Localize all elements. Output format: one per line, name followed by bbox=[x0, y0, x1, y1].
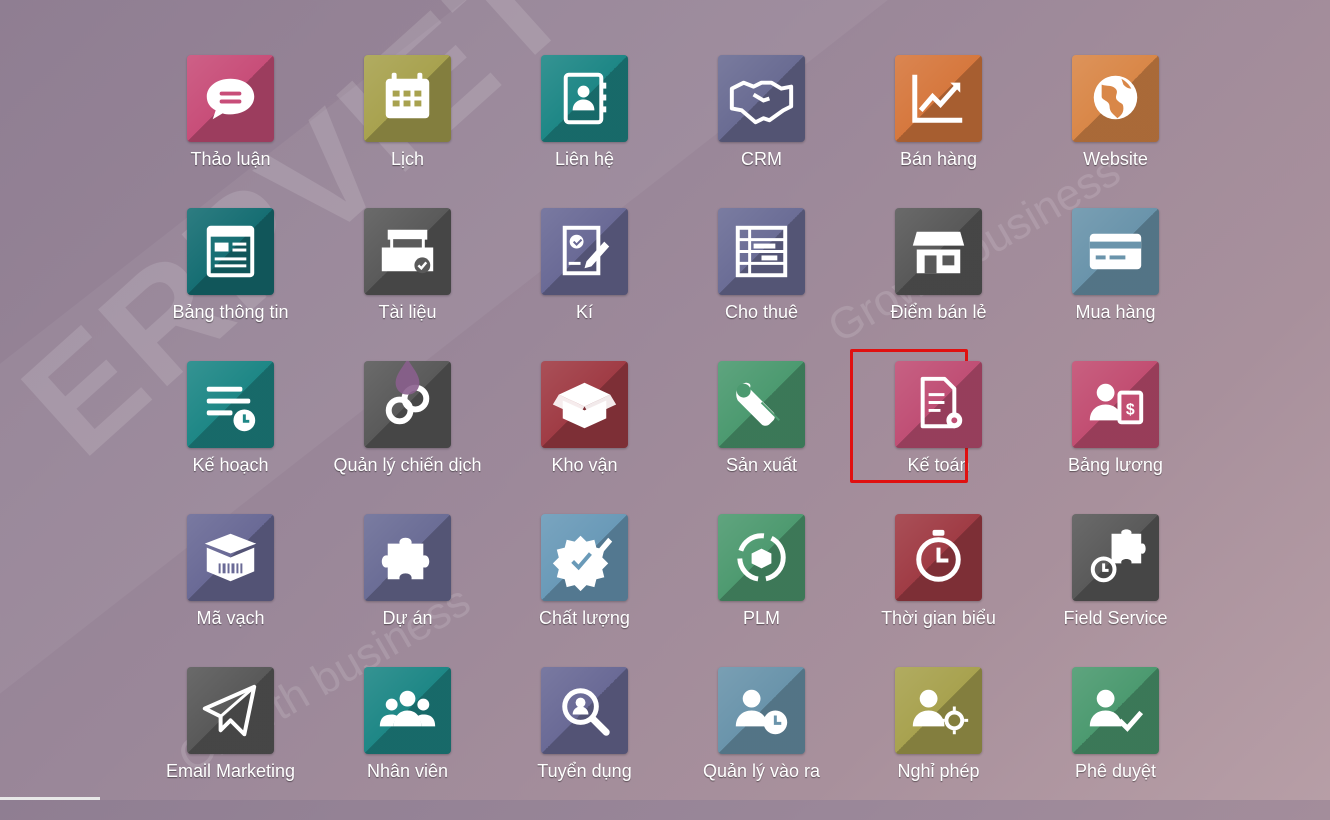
app-tile-address-book[interactable]: Liên hệ bbox=[496, 55, 673, 208]
app-tile-dashboard[interactable]: Bảng thông tin bbox=[142, 208, 319, 361]
app-tile-magnifier-user[interactable]: Tuyển dụng bbox=[496, 667, 673, 820]
app-label: Bán hàng bbox=[899, 149, 978, 169]
credit-card-icon bbox=[1072, 208, 1159, 295]
cycle-box-icon bbox=[718, 514, 805, 601]
app-tile-paper-plane[interactable]: Email Marketing bbox=[142, 667, 319, 820]
app-tile-payroll[interactable]: $ Bảng lương bbox=[1027, 361, 1204, 514]
puzzle-timer-icon bbox=[1072, 514, 1159, 601]
app-label: Website bbox=[1083, 149, 1148, 169]
globe-icon bbox=[1072, 55, 1159, 142]
app-tile-trending-chart[interactable]: Bán hàng bbox=[850, 55, 1027, 208]
app-label: Tuyển dụng bbox=[537, 761, 632, 781]
app-tile-rental-table[interactable]: Cho thuê bbox=[673, 208, 850, 361]
calendar-icon bbox=[364, 55, 451, 142]
app-tile-stopwatch[interactable]: Thời gian biểu bbox=[850, 514, 1027, 667]
signature-icon bbox=[541, 208, 628, 295]
chat-bubble-icon bbox=[187, 55, 274, 142]
app-label: Liên hệ bbox=[554, 149, 615, 169]
payroll-icon: $ bbox=[1072, 361, 1159, 448]
paper-plane-icon bbox=[187, 667, 274, 754]
app-tile-barcode-box[interactable]: Mã vạch bbox=[142, 514, 319, 667]
app-tile-globe[interactable]: Website bbox=[1027, 55, 1204, 208]
app-label: Bảng thông tin bbox=[172, 302, 289, 322]
rental-table-icon bbox=[718, 208, 805, 295]
app-tile-quality-badge[interactable]: Chất lượng bbox=[496, 514, 673, 667]
app-label: Nghỉ phép bbox=[897, 761, 980, 781]
app-tile-calendar[interactable]: Lịch bbox=[319, 55, 496, 208]
address-book-icon bbox=[541, 55, 628, 142]
app-label: Điểm bán lẻ bbox=[890, 302, 987, 322]
trending-chart-icon bbox=[895, 55, 982, 142]
magnifier-user-icon bbox=[541, 667, 628, 754]
app-label: Cho thuê bbox=[724, 302, 799, 322]
app-label: CRM bbox=[741, 149, 782, 169]
user-check-icon bbox=[1072, 667, 1159, 754]
team-icon bbox=[364, 667, 451, 754]
puzzle-icon bbox=[364, 514, 451, 601]
app-label: Email Marketing bbox=[165, 761, 296, 781]
app-tile-puzzle-timer[interactable]: Field Service bbox=[1027, 514, 1204, 667]
app-label: Sản xuất bbox=[725, 455, 798, 475]
app-tile-handshake[interactable]: CRM bbox=[673, 55, 850, 208]
user-sun-icon bbox=[895, 667, 982, 754]
app-tile-open-box[interactable]: Kho vận bbox=[496, 361, 673, 514]
app-grid: Thảo luận Lịch Liên hệ CRM Bán hàng Website Bả… bbox=[142, 55, 1204, 820]
open-box-icon bbox=[541, 361, 628, 448]
app-tile-signature[interactable]: Kí bbox=[496, 208, 673, 361]
app-tile-team[interactable]: Nhân viên bbox=[319, 667, 496, 820]
chain-link-icon bbox=[364, 361, 451, 448]
app-label: Chất lượng bbox=[539, 608, 630, 628]
barcode-box-icon bbox=[187, 514, 274, 601]
app-tile-user-clock[interactable]: Quản lý vào ra bbox=[673, 667, 850, 820]
app-tile-chat-bubble[interactable]: Thảo luận bbox=[142, 55, 319, 208]
app-tile-planning[interactable]: Kế hoạch bbox=[142, 361, 319, 514]
stopwatch-icon bbox=[895, 514, 982, 601]
app-label: PLM bbox=[742, 608, 780, 628]
app-label: Field Service bbox=[1063, 608, 1168, 628]
app-tile-cycle-box[interactable]: PLM bbox=[673, 514, 850, 667]
app-label: Nhân viên bbox=[366, 761, 449, 781]
app-label: Mua hàng bbox=[1075, 302, 1156, 322]
app-label: Kế toán bbox=[907, 455, 970, 475]
app-tile-user-check[interactable]: Phê duyệt bbox=[1027, 667, 1204, 820]
planning-icon bbox=[187, 361, 274, 448]
app-tile-document-inbox[interactable]: Tài liệu bbox=[319, 208, 496, 361]
app-label: Dự án bbox=[382, 608, 433, 628]
app-tile-puzzle[interactable]: Dự án bbox=[319, 514, 496, 667]
app-label: Lịch bbox=[390, 149, 425, 169]
app-label: Kế hoạch bbox=[192, 455, 269, 475]
app-label: Tài liệu bbox=[378, 302, 437, 322]
app-label: Mã vạch bbox=[196, 608, 265, 628]
app-label: Phê duyệt bbox=[1074, 761, 1157, 781]
app-label: Thời gian biểu bbox=[881, 608, 996, 628]
invoice-gear-icon bbox=[895, 361, 982, 448]
app-label: Bảng lương bbox=[1068, 455, 1163, 475]
handshake-icon bbox=[718, 55, 805, 142]
app-tile-wrench[interactable]: Sản xuất bbox=[673, 361, 850, 514]
app-label: Kí bbox=[575, 302, 593, 322]
user-clock-icon bbox=[718, 667, 805, 754]
app-tile-shop[interactable]: Điểm bán lẻ bbox=[850, 208, 1027, 361]
app-tile-chain-link[interactable]: Quản lý chiến dịch bbox=[319, 361, 496, 514]
app-tile-credit-card[interactable]: Mua hàng bbox=[1027, 208, 1204, 361]
document-inbox-icon bbox=[364, 208, 451, 295]
app-label: Quản lý vào ra bbox=[702, 761, 821, 781]
app-tile-user-sun[interactable]: Nghỉ phép bbox=[850, 667, 1027, 820]
svg-text:$: $ bbox=[1126, 401, 1135, 418]
app-tile-invoice-gear[interactable]: Kế toán bbox=[850, 349, 1027, 514]
app-label: Quản lý chiến dịch bbox=[333, 455, 482, 475]
shop-icon bbox=[895, 208, 982, 295]
wrench-icon bbox=[718, 361, 805, 448]
app-label: Thảo luận bbox=[190, 149, 271, 169]
quality-badge-icon bbox=[541, 514, 628, 601]
app-label: Kho vận bbox=[551, 455, 618, 475]
dashboard-icon bbox=[187, 208, 274, 295]
